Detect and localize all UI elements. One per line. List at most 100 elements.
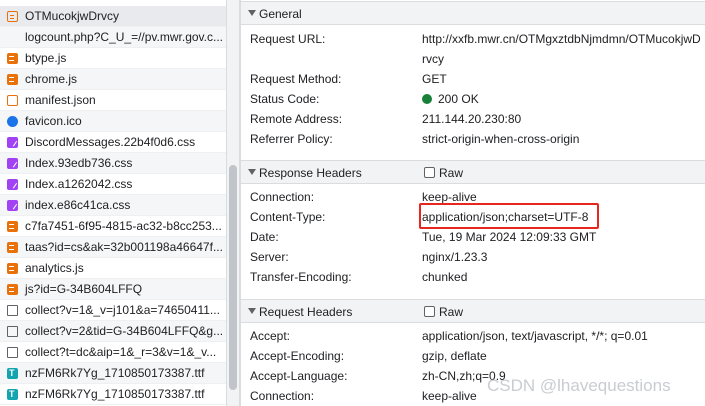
raw-label: Raw: [439, 166, 464, 180]
header-row: Status Code: 200 OK: [241, 89, 705, 109]
request-row[interactable]: Index.a1262042.css: [0, 174, 226, 195]
js-icon: [7, 53, 18, 64]
request-row[interactable]: OTMucokjwDrvcy: [0, 6, 226, 27]
header-value: application/json, text/javascript, */*; …: [422, 329, 648, 343]
header-row: Server: nginx/1.23.3: [241, 247, 705, 267]
request-headers-section-header[interactable]: Request Headers Raw: [241, 299, 705, 323]
header-value: chunked: [422, 270, 468, 284]
request-row[interactable]: btype.js: [0, 48, 226, 69]
header-row: Request Method: GET: [241, 69, 705, 89]
header-value: Tue, 19 Mar 2024 12:09:33 GMT: [422, 230, 597, 244]
raw-checkbox[interactable]: [424, 167, 435, 178]
css-icon: [7, 200, 18, 211]
header-key: Content-Type:: [250, 210, 326, 224]
request-row[interactable]: collect?v=1&_v=j101&a=74650411...: [0, 300, 226, 321]
request-row[interactable]: DiscordMessages.22b4f0d6.css: [0, 132, 226, 153]
request-row[interactable]: index.e86c41ca.css: [0, 195, 226, 216]
header-value: keep-alive: [422, 389, 477, 403]
js-icon: [7, 242, 18, 253]
request-row[interactable]: chrome.js: [0, 69, 226, 90]
response-headers-title: Response Headers: [259, 166, 362, 180]
header-key: Request Method:: [250, 72, 342, 86]
request-name: collect?t=dc&aip=1&_r=3&v=1&_v...: [25, 345, 217, 359]
request-name: nzFM6Rk7Yg_1710850173387.ttf: [25, 387, 205, 401]
request-row[interactable]: nzFM6Rk7Yg_1710850173387.ttf: [0, 363, 226, 384]
request-row[interactable]: taas?id=cs&ak=32b001198a46647f...: [0, 237, 226, 258]
header-value: GET: [422, 72, 447, 86]
request-name: collect?v=2&tid=G-34B604LFFQ&g...: [25, 324, 224, 338]
request-name: manifest.json: [25, 93, 96, 107]
css-icon: [7, 137, 18, 148]
header-value: nginx/1.23.3: [422, 250, 488, 264]
general-section-header[interactable]: General: [241, 1, 705, 25]
request-row[interactable]: favicon.ico: [0, 111, 226, 132]
header-row: Referrer Policy: strict-origin-when-cross…: [241, 129, 705, 149]
watermark: CSDN @lhavequestions: [487, 376, 671, 395]
request-name: js?id=G-34B604LFFQ: [25, 282, 143, 296]
request-row[interactable]: analytics.js: [0, 258, 226, 279]
request-row[interactable]: collect?t=dc&aip=1&_r=3&v=1&_v...: [0, 342, 226, 363]
js-icon: [7, 221, 18, 232]
scrollbar-thumb[interactable]: [229, 165, 237, 390]
request-name: Index.a1262042.css: [25, 177, 133, 191]
request-name: chrome.js: [25, 72, 78, 86]
request-name: DiscordMessages.22b4f0d6.css: [25, 135, 196, 149]
header-row: Request URL: http://xxfb.mwr.cn/OTMgxztdb…: [241, 29, 705, 49]
css-icon: [7, 158, 18, 169]
request-name: nzFM6Rk7Yg_1710850173387.ttf: [25, 366, 205, 380]
header-row: Accept: application/json, text/javascript…: [241, 326, 705, 346]
header-key: Accept-Encoding:: [250, 349, 345, 363]
request-row[interactable]: manifest.json: [0, 90, 226, 111]
header-row: Accept-Encoding: gzip, deflate: [241, 346, 705, 366]
request-name: OTMucokjwDrvcy: [25, 9, 120, 23]
header-value: gzip, deflate: [422, 349, 487, 363]
css-icon: [7, 179, 18, 190]
xhr-icon: [7, 11, 18, 22]
font-icon: [7, 384, 18, 404]
request-name: btype.js: [25, 51, 67, 65]
request-name: analytics.js: [25, 261, 84, 275]
js-icon: [7, 284, 18, 295]
raw-checkbox[interactable]: [424, 306, 435, 317]
header-key: Remote Address:: [250, 112, 343, 126]
raw-label: Raw: [439, 305, 464, 319]
ico-icon: [7, 116, 18, 127]
request-name: index.e86c41ca.css: [25, 198, 131, 212]
header-value: 211.144.20.230:80: [422, 112, 522, 126]
header-row: Transfer-Encoding: chunked: [241, 267, 705, 287]
content-type-highlight: [419, 203, 599, 229]
header-key: Server:: [250, 250, 289, 264]
header-row: Remote Address: 211.144.20.230:80: [241, 109, 705, 129]
request-name: c7fa7451-6f95-4815-ac32-b8cc253...: [25, 219, 222, 233]
header-key: Status Code:: [250, 92, 320, 106]
header-value: strict-origin-when-cross-origin: [422, 132, 580, 146]
general-section-title: General: [259, 7, 302, 21]
header-key: Date:: [250, 230, 279, 244]
header-row: rvcy: [241, 49, 705, 69]
request-name: favicon.ico: [25, 114, 82, 128]
request-row[interactable]: logcount.php?C_U_=//pv.mwr.gov.c...: [0, 27, 226, 48]
header-key: Connection:: [250, 190, 315, 204]
header-key: Connection:: [250, 389, 315, 403]
js-icon: [7, 263, 18, 274]
bracket-icon: [7, 95, 18, 106]
doc-icon: [7, 305, 18, 316]
request-name: taas?id=cs&ak=32b001198a46647f...: [25, 240, 223, 254]
request-row[interactable]: Index.93edb736.css: [0, 153, 226, 174]
request-row[interactable]: js?id=G-34B604LFFQ: [0, 279, 226, 300]
request-row[interactable]: nzFM6Rk7Yg_1710850173387.ttf: [0, 384, 226, 405]
request-row[interactable]: collect?v=2&tid=G-34B604LFFQ&g...: [0, 321, 226, 342]
response-headers-section-header[interactable]: Response Headers Raw: [241, 160, 705, 184]
request-list-scrollbar[interactable]: [226, 0, 239, 406]
font-icon: [7, 363, 18, 383]
header-key: Request URL:: [250, 32, 326, 46]
status-code-value: 200 OK: [438, 92, 479, 106]
request-row[interactable]: c7fa7451-6f95-4815-ac32-b8cc253...: [0, 216, 226, 237]
doc-icon: [7, 347, 18, 358]
collapse-triangle-icon: [248, 169, 256, 175]
collapse-triangle-icon: [248, 10, 256, 16]
header-key: Accept-Language:: [250, 369, 348, 383]
doc-icon: [7, 326, 18, 337]
header-key: Transfer-Encoding:: [250, 270, 352, 284]
request-name: logcount.php?C_U_=//pv.mwr.gov.c...: [25, 30, 223, 44]
